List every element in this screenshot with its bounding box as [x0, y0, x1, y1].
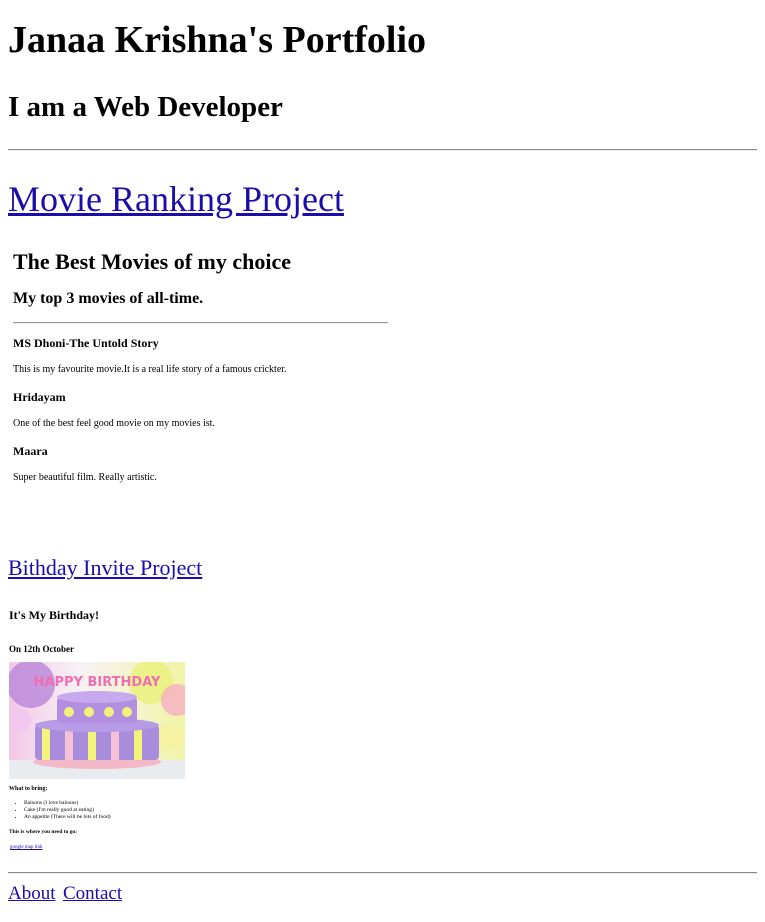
movie-section-heading: The Best Movies of my choice — [13, 249, 291, 274]
bring-list: Baloons (I love baloons) Cake (I'm reall… — [9, 800, 111, 821]
movie-description: This is my favourite movie.It is a real … — [13, 364, 287, 375]
movie-description: One of the best feel good movie on my mo… — [13, 418, 215, 429]
divider — [8, 149, 757, 151]
list-item: Baloons (I love baloons) — [24, 800, 111, 807]
list-item: Cake (I'm really good at eating) — [24, 807, 111, 814]
list-item: An appetite (There will be lots of food) — [24, 814, 111, 821]
cake-topper-text: HAPPY BIRTHDAY — [34, 675, 161, 690]
page-subtitle: I am a Web Developer — [8, 91, 283, 123]
birthday-date: On 12th October — [9, 644, 74, 654]
birthday-title: It's My Birthday! — [9, 608, 99, 622]
what-to-bring-heading: What to bring: — [9, 786, 48, 792]
where-to-go-heading: This is where you need to go: — [9, 829, 78, 835]
movie-title: Maara — [13, 444, 48, 458]
birthday-cake-image: HAPPY BIRTHDAY — [9, 662, 185, 779]
about-link[interactable]: About — [8, 883, 56, 905]
birthday-invite-project-link[interactable]: Bithday Invite Project — [8, 555, 202, 581]
movie-description: Super beautiful film. Really artistic. — [13, 472, 157, 483]
movie-title: Hridayam — [13, 390, 66, 404]
footer-divider — [8, 872, 757, 874]
movie-divider — [13, 322, 388, 324]
contact-link[interactable]: Contact — [63, 883, 122, 905]
google-map-link[interactable]: google map link — [10, 845, 43, 850]
movie-ranking-project-link[interactable]: Movie Ranking Project — [8, 178, 344, 220]
movie-title: MS Dhoni-The Untold Story — [13, 336, 159, 350]
page-title: Janaa Krishna's Portfolio — [8, 19, 427, 61]
movie-section-subheading: My top 3 movies of all-time. — [13, 290, 204, 307]
